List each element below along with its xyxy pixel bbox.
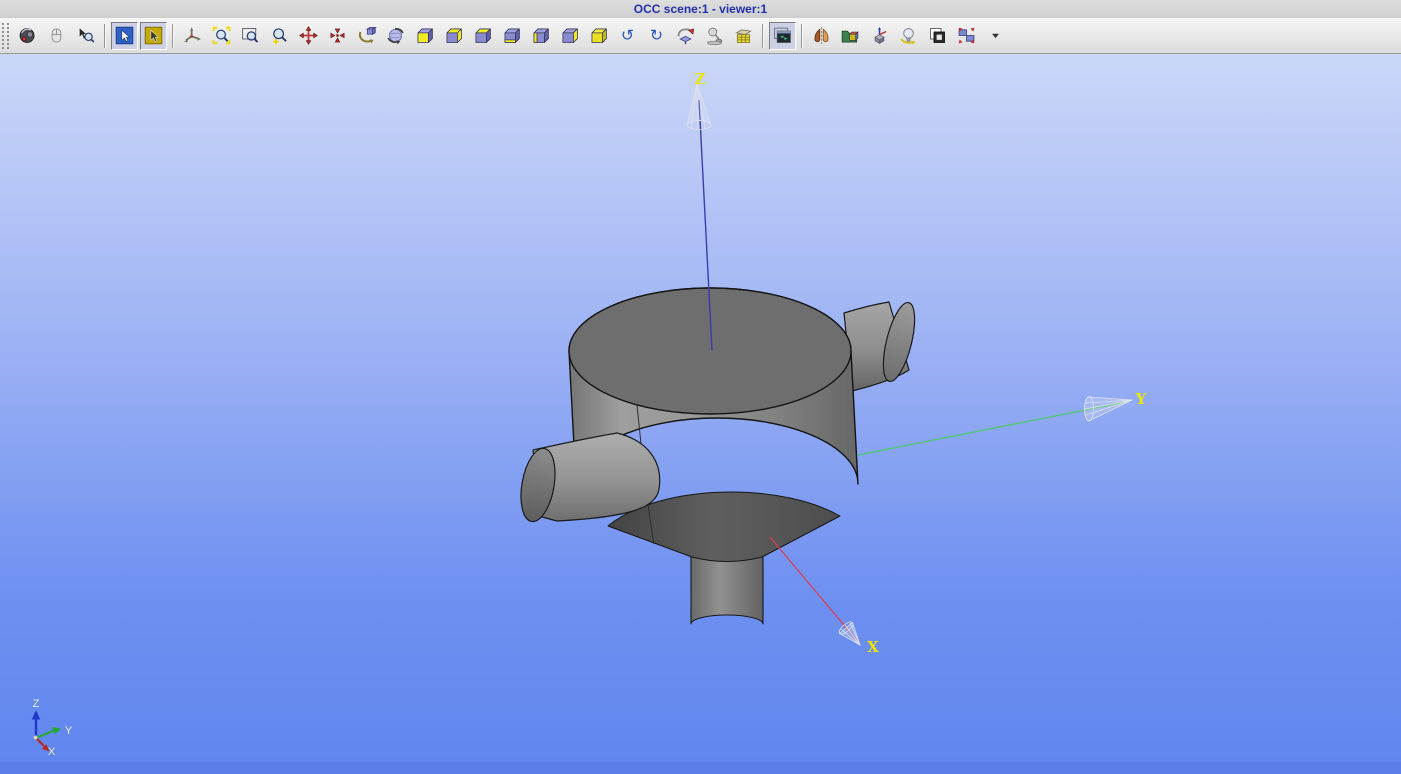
orientation-marker: Z Y X bbox=[31, 698, 73, 758]
fit-all-icon bbox=[212, 26, 231, 45]
console-window-button[interactable] bbox=[769, 21, 796, 50]
view-front-icon bbox=[417, 28, 433, 43]
tile-windows-icon bbox=[958, 27, 975, 44]
axis-cube-icon bbox=[874, 26, 887, 45]
axo-view-button[interactable] bbox=[585, 22, 612, 50]
viewer-canvas[interactable]: Z Y X Z Y X bbox=[0, 54, 1401, 774]
axis-cone-x bbox=[838, 621, 861, 646]
mirror-button[interactable] bbox=[808, 22, 835, 50]
zoom-button[interactable] bbox=[266, 22, 293, 50]
zoom-plus-icon bbox=[273, 28, 287, 45]
svg-text:↻: ↻ bbox=[650, 25, 663, 44]
light-bulb-icon bbox=[900, 28, 916, 45]
left-view-button[interactable] bbox=[527, 22, 554, 50]
mini-axis-label-z: Z bbox=[33, 698, 40, 710]
toolbar-separator bbox=[762, 23, 764, 48]
import-scene-button[interactable] bbox=[837, 22, 864, 50]
select-yellow-icon bbox=[144, 26, 163, 45]
back-view-button[interactable] bbox=[440, 22, 467, 50]
toolbar-items: ↺ ↻ bbox=[13, 18, 1010, 53]
toolbar-drag-handle[interactable] bbox=[2, 22, 9, 49]
scene-folder-icon bbox=[841, 30, 859, 43]
overflow-arrow-icon bbox=[992, 33, 999, 39]
lamp-icon bbox=[707, 27, 722, 45]
undo-view-button[interactable]: ↺ bbox=[614, 22, 641, 50]
front-view-button[interactable] bbox=[411, 22, 438, 50]
svg-text:↺: ↺ bbox=[621, 25, 634, 44]
toolbar: ↺ ↻ bbox=[0, 18, 1401, 54]
mirror-icon bbox=[814, 27, 829, 44]
select-mode-button[interactable] bbox=[111, 21, 138, 50]
reset-view-button[interactable] bbox=[672, 22, 699, 50]
title-bar: OCC scene:1 - viewer:1 bbox=[0, 0, 1401, 18]
axis-label-z: Z bbox=[695, 70, 706, 88]
redo-icon: ↻ bbox=[650, 25, 663, 44]
fit-area-icon bbox=[242, 28, 259, 43]
mini-axis-label-x: X bbox=[48, 746, 56, 758]
trihedron-x-axis bbox=[769, 536, 860, 644]
axis-label-x: X bbox=[867, 638, 879, 656]
toolbar-separator bbox=[104, 23, 106, 48]
zoom-select-icon bbox=[79, 26, 95, 43]
model-valve-body[interactable] bbox=[516, 287, 921, 625]
zoom-select-button[interactable] bbox=[72, 22, 99, 50]
view-back-icon bbox=[446, 28, 462, 43]
mouse-icon bbox=[51, 28, 62, 43]
scene-orbit-button[interactable] bbox=[14, 22, 41, 50]
window-title: OCC scene:1 - viewer:1 bbox=[633, 2, 768, 16]
model-stem bbox=[690, 551, 764, 625]
lighting-button[interactable] bbox=[895, 22, 922, 50]
right-view-button[interactable] bbox=[556, 22, 583, 50]
trihedron-icon bbox=[184, 27, 201, 43]
model-right-pipe bbox=[843, 301, 916, 392]
view-axo-icon bbox=[591, 28, 607, 43]
select-blue-icon bbox=[115, 26, 134, 45]
trihedron-cube-button[interactable] bbox=[866, 22, 893, 50]
mini-axis-label-y: Y bbox=[65, 725, 73, 737]
axis-cone-z bbox=[686, 82, 712, 130]
redo-view-button[interactable]: ↻ bbox=[643, 22, 670, 50]
axis-cone-y bbox=[1084, 396, 1134, 422]
fit-area-button[interactable] bbox=[237, 22, 264, 50]
shading-table-button[interactable] bbox=[730, 22, 757, 50]
bottom-view-button[interactable] bbox=[498, 22, 525, 50]
rotation-sphere-button[interactable] bbox=[382, 22, 409, 50]
view-right-icon bbox=[562, 28, 578, 43]
view-left-icon bbox=[533, 28, 549, 43]
scene-orbit-icon bbox=[19, 28, 35, 43]
mouse-mode-button[interactable] bbox=[43, 22, 70, 50]
background-color-button[interactable] bbox=[924, 22, 951, 50]
top-view-button[interactable] bbox=[469, 22, 496, 50]
hidden-line-button[interactable] bbox=[701, 22, 728, 50]
toolbar-separator bbox=[801, 23, 803, 48]
tile-windows-button[interactable] bbox=[953, 22, 980, 50]
trihedron-toggle-button[interactable] bbox=[179, 22, 206, 50]
fit-all-button[interactable] bbox=[208, 22, 235, 50]
rotation-sphere-icon bbox=[387, 28, 404, 45]
reset-view-icon bbox=[677, 28, 695, 45]
undo-icon: ↺ bbox=[621, 25, 634, 44]
bg-swap-icon bbox=[930, 28, 945, 43]
highlight-mode-button[interactable] bbox=[140, 21, 167, 50]
axis-label-y: Y bbox=[1135, 390, 1147, 408]
toolbar-separator bbox=[172, 23, 174, 48]
rotate-icon bbox=[358, 26, 377, 44]
pan-button[interactable] bbox=[295, 22, 322, 50]
console-window-icon bbox=[774, 27, 791, 43]
global-pan-icon bbox=[330, 28, 345, 43]
rotate-button[interactable] bbox=[353, 22, 380, 50]
viewer-area[interactable]: Z Y X Z Y X bbox=[0, 54, 1401, 774]
view-bottom-icon bbox=[504, 28, 520, 43]
pan-icon bbox=[299, 26, 318, 45]
toolbar-overflow-button[interactable] bbox=[982, 22, 1009, 50]
view-top-icon bbox=[475, 28, 491, 43]
global-pan-button[interactable] bbox=[324, 22, 351, 50]
grid-table-icon bbox=[735, 29, 752, 43]
